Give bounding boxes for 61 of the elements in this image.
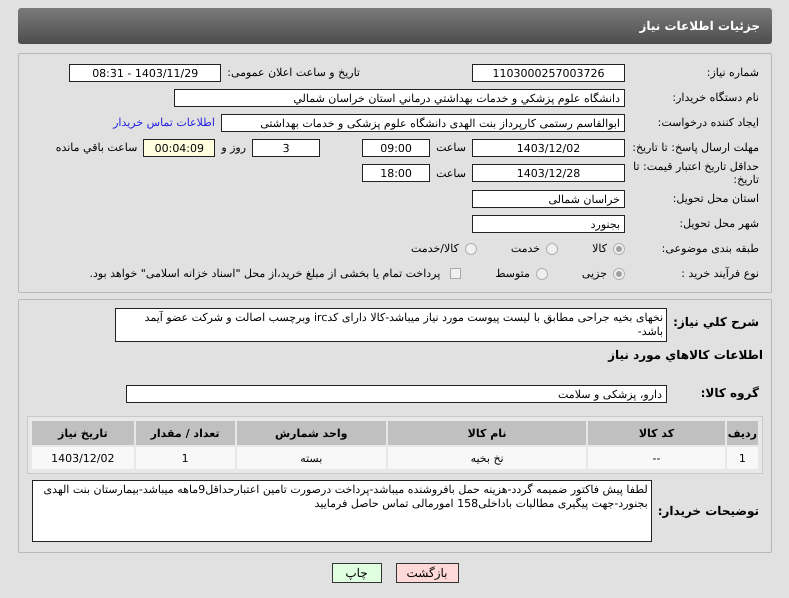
city-field: بجنورد [472,214,625,232]
table-cell: نخ بخیه [388,447,586,469]
announce-date-field: 1403/11/29 - 08:31 [69,64,222,82]
radio-label: جزیی [582,267,607,280]
section-heading: اطلاعات کالاهاي مورد نياز [608,348,763,362]
radio-button[interactable] [613,242,625,254]
radio-button[interactable] [546,242,558,254]
field-label: مهلت ارسال پاسخ: تا تاریخ: [631,141,760,154]
table-cell: -- [588,447,725,469]
goods-group-field: دارو، پزشکی و سلامت [126,384,667,402]
table-cell: 1 [726,447,758,469]
date-field: 1403/12/28 [472,164,625,182]
field-label: ساعت باقي مانده [56,141,138,154]
remaining-time-field: 00:04:09 [143,138,216,156]
field-label: شماره نیاز: [706,66,760,79]
table-cell: 1403/12/02 [32,447,134,469]
field-label: نوع فرآیند خرید : [680,267,760,280]
requester-field: ابوالقاسم رستمی کارپرداز بنت الهدی دانشگاه علوم پزشکی و خدمات بهداشتی [221,114,625,132]
radio-label: خدمت [510,242,540,255]
days-field: 3 [252,138,320,156]
radio-label: کالا [592,242,607,255]
radio-button[interactable] [464,242,477,254]
field-label: گروه کالا: [700,387,760,400]
field-label: نام دستگاه خریدار: [671,91,760,104]
page-title: جزئیات اطلاعات نیاز [639,19,760,33]
column-header: کد کالا [588,421,725,445]
field-label: ساعت [436,166,466,180]
checkbox[interactable] [450,268,462,279]
radio-button[interactable] [613,268,625,280]
date-field: 1403/12/02 [472,138,625,156]
field-label: ساعت [436,141,466,154]
field-label: روز و [221,141,246,154]
column-header: تعداد / مقدار [136,421,235,445]
need-number-field: 1103000257003726 [472,64,625,82]
radio-label: متوسط [495,267,530,280]
field-label: ایجاد کننده درخواست: [656,116,760,129]
column-header: تاریخ نیاز [32,421,134,445]
province-field: خراسان شمالی [472,190,625,208]
field-label: استان محل تحویل: [672,192,760,205]
field-label: تاریخ و ساعت اعلان عمومی: [227,66,360,79]
time-field: 18:00 [362,164,430,182]
buyer-org-field: دانشگاه علوم پزشکي و خدمات بهداشتي درماني استان خراسان شمالي [174,88,625,106]
table-cell: 1 [136,447,235,469]
buyer-notes-field: لطفا پیش فاکتور ضمیمه گردد-هزینه حمل بافروشنده میباشد-پرداخت درصورت تامین اعتبارحداقل9ماهه میباشد-بیمارستان بنت الهدی بجنورد-جهت پیگیری مطالبات باداخلی158 امورمالی تماس حاصل فرمایید [32,480,652,542]
field-label: توضیحات خریدار: [658,504,760,518]
column-header: واحد شمارش [236,421,386,445]
table-cell: بسته [236,447,386,469]
field-label: طبقه بندی موضوعی: [660,242,760,255]
back-button[interactable]: بازگشت [396,563,458,583]
column-header: نام کالا [388,421,586,445]
column-header: ردیف [726,421,758,445]
contact-link[interactable]: اطلاعات تماس خریدار [113,116,215,129]
field-label: حداقل تاریخ اعتبار قیمت: تا تاریخ: [632,160,760,186]
description-field: نخهای بخیه جراحی مطابق با لیست پیوست مورد نیاز میباشد-کالا دارای کدirc وبرچسب اصالت و شرکت عضو آیمد باشد- [115,308,668,342]
field-label: شرح کلي نياز: [673,314,760,329]
radio-button[interactable] [536,268,548,280]
print-button[interactable]: چاپ [332,563,382,583]
checkbox-label: پرداخت تمام یا بخشی از مبلغ خرید،از محل "اسناد خزانه اسلامی" خواهد بود. [90,267,440,280]
radio-label: کالا/خدمت [411,242,459,255]
field-label: شهر محل تحویل: [678,217,760,230]
time-field: 09:00 [362,138,430,156]
